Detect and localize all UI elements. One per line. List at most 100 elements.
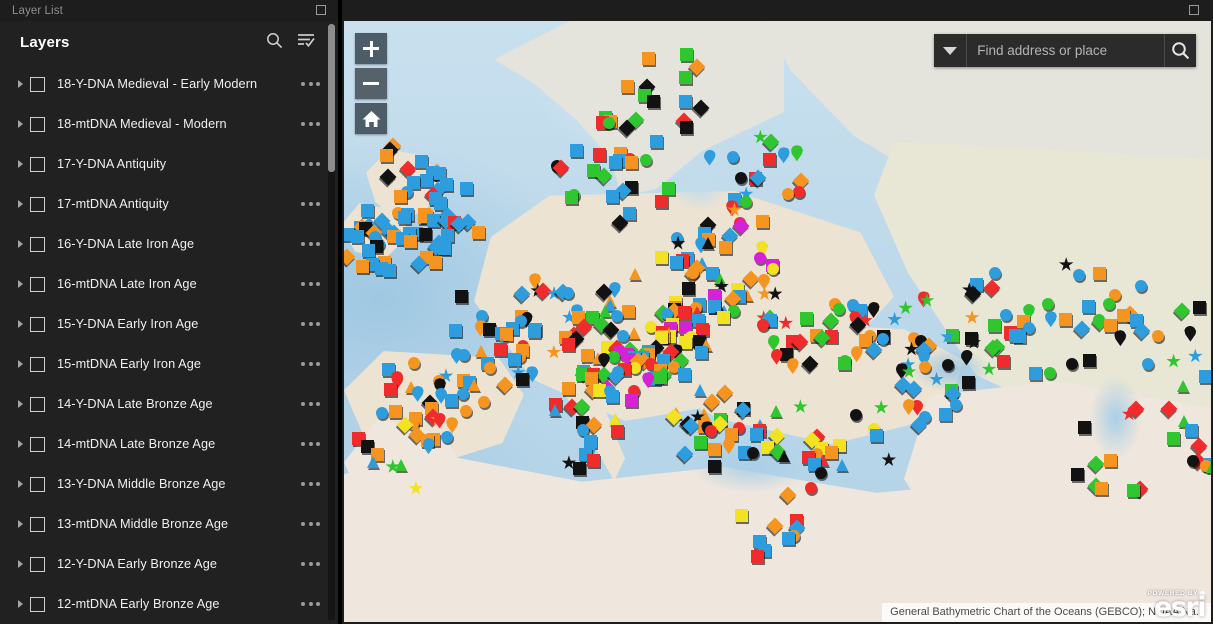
map-marker[interactable]: [1104, 453, 1118, 467]
home-button[interactable]: [355, 103, 387, 134]
map-marker[interactable]: [1000, 309, 1013, 322]
chevron-right-icon[interactable]: [18, 160, 23, 168]
map-marker[interactable]: [496, 376, 514, 394]
map-marker[interactable]: [623, 206, 636, 220]
ellipsis-menu-icon[interactable]: [299, 156, 322, 172]
map-marker[interactable]: [734, 509, 748, 523]
map-marker[interactable]: [361, 244, 375, 258]
search-input[interactable]: [967, 34, 1165, 67]
map-marker[interactable]: [1012, 330, 1026, 344]
map-marker[interactable]: [1041, 298, 1054, 311]
map-marker[interactable]: [767, 286, 783, 301]
map-marker[interactable]: [777, 147, 790, 164]
layer-row[interactable]: 18-Y-DNA Medieval - Early Modern: [0, 64, 338, 104]
layer-visibility-checkbox[interactable]: [30, 276, 45, 292]
map-marker[interactable]: [460, 181, 473, 195]
map-marker[interactable]: [1186, 455, 1199, 468]
map-marker[interactable]: [564, 191, 578, 205]
map-marker[interactable]: [624, 156, 638, 170]
scrollbar-thumb[interactable]: [328, 24, 335, 172]
map-marker[interactable]: [599, 304, 611, 317]
map-marker[interactable]: [1205, 461, 1211, 474]
map-marker[interactable]: [877, 333, 890, 345]
map-marker[interactable]: [833, 302, 845, 315]
map-marker[interactable]: [641, 52, 655, 66]
map-marker[interactable]: [1166, 353, 1181, 368]
layer-row[interactable]: 13-Y-DNA Middle Bronze Age: [0, 464, 338, 504]
zoom-out-button[interactable]: [355, 68, 387, 99]
ellipsis-menu-icon[interactable]: [299, 236, 322, 252]
map-marker[interactable]: [679, 47, 693, 61]
map-marker[interactable]: [621, 80, 635, 94]
map-marker[interactable]: [393, 189, 407, 203]
map-marker[interactable]: [1092, 266, 1106, 280]
map-marker[interactable]: [707, 459, 721, 473]
map-marker[interactable]: [695, 345, 709, 359]
map-marker[interactable]: [609, 413, 622, 426]
map-marker[interactable]: [610, 309, 623, 322]
map-marker[interactable]: [433, 196, 447, 210]
map-marker[interactable]: [902, 399, 915, 415]
ellipsis-menu-icon[interactable]: [299, 116, 322, 132]
layer-row[interactable]: 16-mtDNA Late Iron Age: [0, 264, 338, 304]
map-marker[interactable]: [867, 301, 880, 318]
map-marker[interactable]: [397, 210, 411, 224]
map-marker[interactable]: [1103, 319, 1117, 333]
map-marker[interactable]: [762, 153, 776, 166]
map-marker[interactable]: [376, 407, 389, 420]
map-marker[interactable]: [419, 173, 433, 187]
map-marker[interactable]: [624, 393, 638, 407]
map-marker[interactable]: [981, 361, 997, 376]
map-marker[interactable]: [678, 94, 692, 108]
layer-visibility-checkbox[interactable]: [30, 396, 45, 412]
map-marker[interactable]: [627, 327, 640, 340]
map-marker[interactable]: [987, 318, 1001, 332]
chevron-right-icon[interactable]: [18, 600, 23, 608]
map-canvas[interactable]: General Bathymetric Chart of the Oceans …: [344, 21, 1211, 622]
map-marker[interactable]: [562, 286, 574, 299]
map-marker[interactable]: [570, 144, 584, 158]
map-marker[interactable]: [750, 549, 764, 563]
ellipsis-menu-icon[interactable]: [299, 476, 322, 492]
map-marker[interactable]: [1058, 312, 1072, 326]
layer-row[interactable]: 12-mtDNA Early Bronze Age: [0, 584, 338, 624]
chevron-right-icon[interactable]: [18, 320, 23, 328]
map-marker[interactable]: [444, 393, 458, 407]
map-marker[interactable]: [708, 443, 721, 457]
map-marker[interactable]: [562, 337, 576, 351]
map-marker[interactable]: [546, 344, 562, 359]
layer-visibility-checkbox[interactable]: [30, 236, 45, 252]
map-marker[interactable]: [408, 357, 421, 370]
map-marker[interactable]: [513, 285, 531, 303]
map-marker[interactable]: [642, 372, 655, 389]
map-marker[interactable]: [482, 322, 496, 336]
map-marker[interactable]: [680, 121, 694, 135]
map-marker[interactable]: [962, 375, 976, 389]
map-marker[interactable]: [654, 371, 668, 385]
search-submit-button[interactable]: [1164, 34, 1196, 67]
ellipsis-menu-icon[interactable]: [299, 196, 322, 212]
chevron-right-icon[interactable]: [18, 80, 23, 88]
map-marker[interactable]: [677, 305, 691, 319]
chevron-right-icon[interactable]: [18, 400, 23, 408]
map-marker[interactable]: [527, 325, 541, 338]
map-marker[interactable]: [887, 311, 902, 326]
map-marker[interactable]: [1184, 424, 1198, 438]
map-marker[interactable]: [960, 349, 973, 366]
chevron-right-icon[interactable]: [18, 480, 23, 488]
map-marker[interactable]: [770, 348, 783, 365]
map-marker[interactable]: [654, 250, 668, 264]
map-marker[interactable]: [379, 168, 397, 186]
ellipsis-menu-icon[interactable]: [299, 316, 322, 332]
maximize-square-icon[interactable]: [1189, 5, 1199, 15]
map-marker[interactable]: [939, 408, 953, 422]
ellipsis-menu-icon[interactable]: [299, 396, 322, 412]
ellipsis-menu-icon[interactable]: [299, 276, 322, 292]
map-marker[interactable]: [746, 447, 759, 460]
map-marker[interactable]: [753, 251, 766, 264]
chevron-right-icon[interactable]: [18, 560, 23, 568]
map-marker[interactable]: [460, 404, 473, 417]
map-marker[interactable]: [629, 267, 641, 280]
layer-visibility-checkbox[interactable]: [30, 156, 45, 172]
layer-visibility-checkbox[interactable]: [30, 116, 45, 132]
